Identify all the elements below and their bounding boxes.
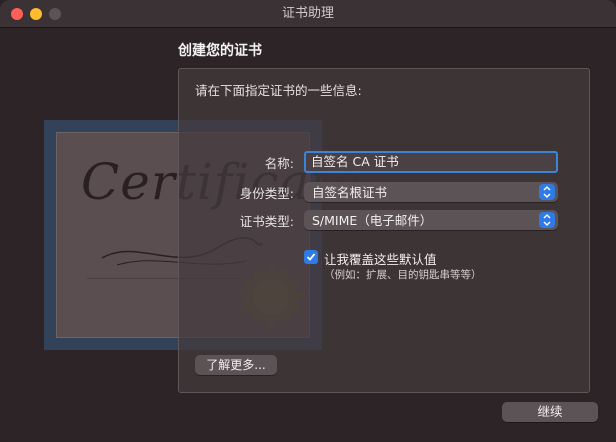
intro-text: 请在下面指定证书的一些信息: xyxy=(195,83,362,98)
name-field[interactable]: 自签名 CA 证书 xyxy=(304,151,558,173)
window-title: 证书助理 xyxy=(281,6,334,21)
chevron-updown-icon xyxy=(539,212,555,228)
chevron-updown-icon xyxy=(539,184,555,200)
learn-more-button[interactable]: 了解更多... xyxy=(195,355,277,375)
cert-type-select[interactable]: S/MIME（电子邮件） xyxy=(304,210,558,230)
override-defaults-label[interactable]: 让我覆盖这些默认值 xyxy=(324,249,437,268)
name-field-value: 自签名 CA 证书 xyxy=(311,154,399,169)
identity-type-value: 自签名根证书 xyxy=(312,185,388,200)
assistant-window: 证书助理 Certificate 创建您的证书 请在下面指定证书的一些信息: 名… xyxy=(0,0,616,442)
title-bar: 证书助理 xyxy=(0,0,616,28)
name-label: 名称: xyxy=(264,156,294,171)
form-panel: 请在下面指定证书的一些信息: 名称: 自签名 CA 证书 身份类型: 自签名根证… xyxy=(178,68,590,393)
continue-button[interactable]: 继续 xyxy=(502,402,598,422)
page-title: 创建您的证书 xyxy=(178,43,262,59)
checkmark-icon xyxy=(306,253,316,261)
identity-type-select[interactable]: 自签名根证书 xyxy=(304,182,558,202)
override-defaults-note: （例如：扩展、目的钥匙串等等） xyxy=(324,269,482,281)
override-defaults-checkbox[interactable] xyxy=(304,250,318,264)
cert-type-value: S/MIME（电子邮件） xyxy=(312,213,433,228)
identity-type-label: 身份类型: xyxy=(239,186,294,201)
cert-type-label: 证书类型: xyxy=(239,214,294,229)
